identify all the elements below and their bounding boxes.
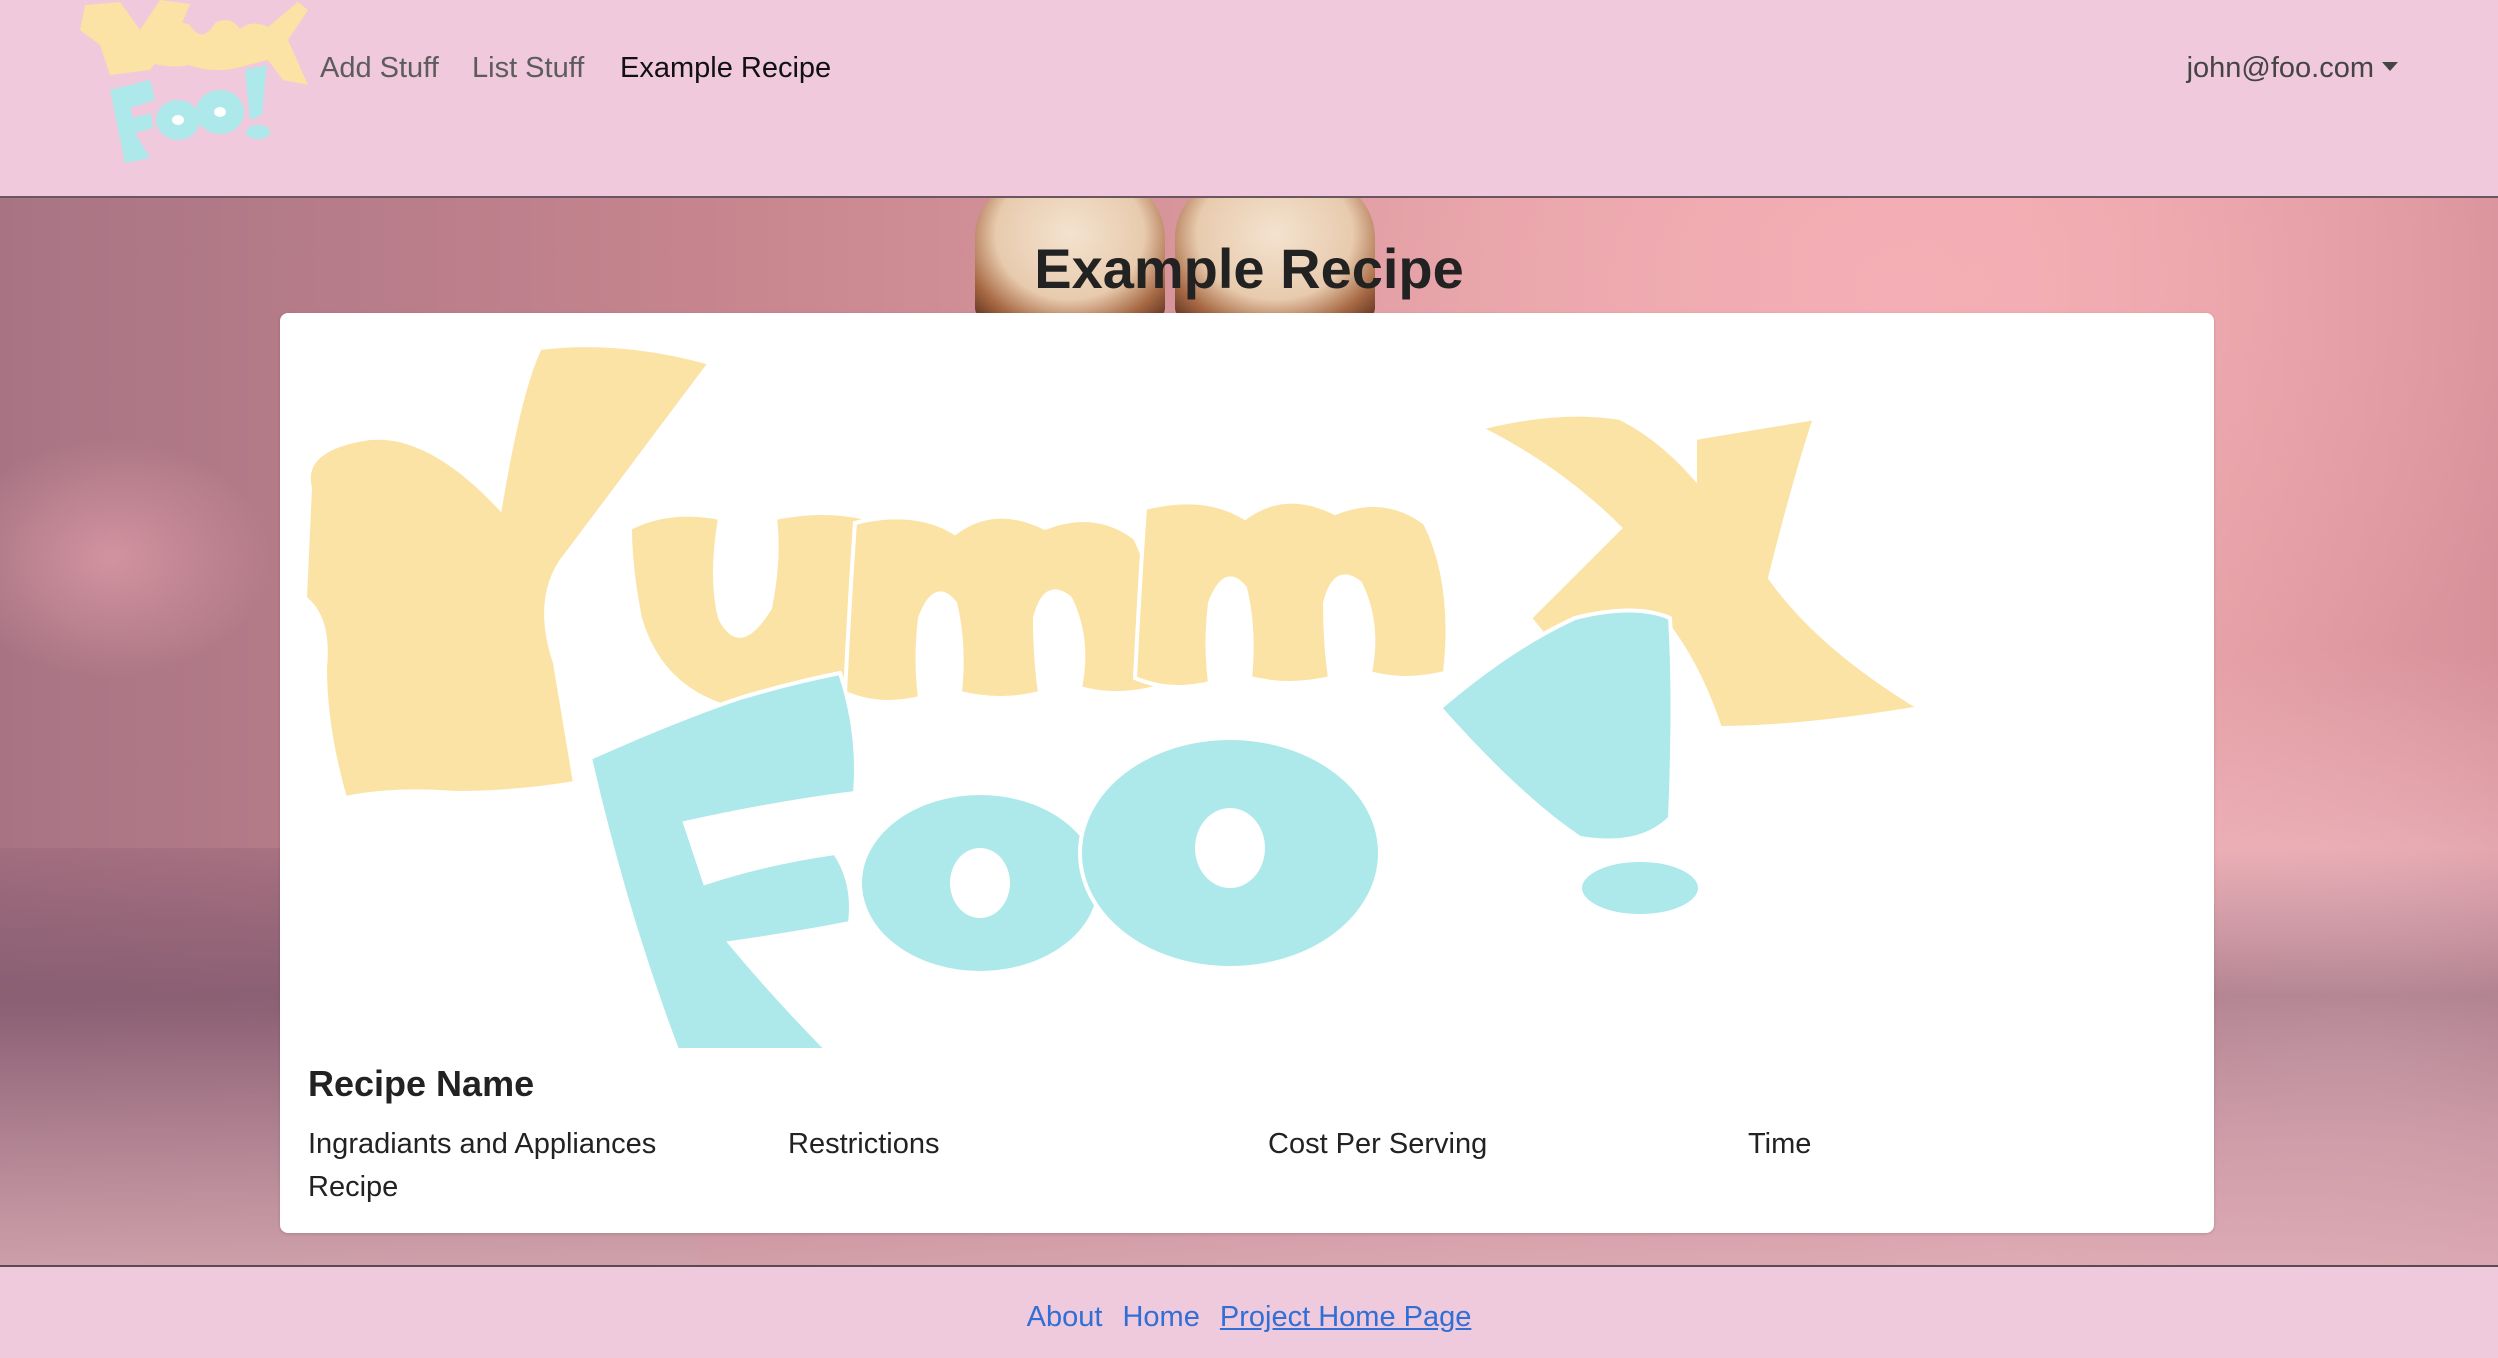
footer-link-project-home-page[interactable]: Project Home Page bbox=[1220, 1301, 1471, 1333]
footer-link-home[interactable]: Home bbox=[1122, 1301, 1199, 1333]
page-title: Example Recipe bbox=[1034, 237, 1464, 300]
footer-links: About Home Project Home Page bbox=[0, 1301, 2498, 1334]
recipe-name: Recipe Name bbox=[308, 1063, 535, 1104]
caret-down-icon bbox=[2382, 61, 2398, 71]
restrictions-label: Restrictions bbox=[788, 1128, 940, 1160]
recipe-label: Recipe bbox=[308, 1171, 399, 1203]
navbar: Add Stuff List Stuff Example Recipe john… bbox=[0, 0, 2498, 198]
yummy-foo-logo[interactable] bbox=[80, 0, 310, 170]
nav-link-list-stuff[interactable]: List Stuff bbox=[472, 52, 584, 85]
cost-per-serving-label: Cost Per Serving bbox=[1268, 1128, 1488, 1160]
time-label: Time bbox=[1748, 1128, 1812, 1160]
nav-link-add-stuff[interactable]: Add Stuff bbox=[320, 52, 439, 85]
ingredients-label: Ingradiants and Appliances bbox=[308, 1128, 657, 1160]
nav-link-example-recipe[interactable]: Example Recipe bbox=[620, 52, 831, 85]
user-email: john@foo.com bbox=[2186, 52, 2374, 84]
user-dropdown[interactable]: john@foo.com bbox=[2187, 52, 2398, 85]
recipe-card: Recipe Name Ingradiants and Appliances R… bbox=[280, 313, 2214, 1233]
footer: About Home Project Home Page bbox=[0, 1265, 2498, 1358]
footer-link-about[interactable]: About bbox=[1027, 1301, 1103, 1333]
recipe-image bbox=[302, 343, 1926, 1048]
ingredients-field: Ingradiants and Appliances Recipe bbox=[308, 1123, 656, 1209]
